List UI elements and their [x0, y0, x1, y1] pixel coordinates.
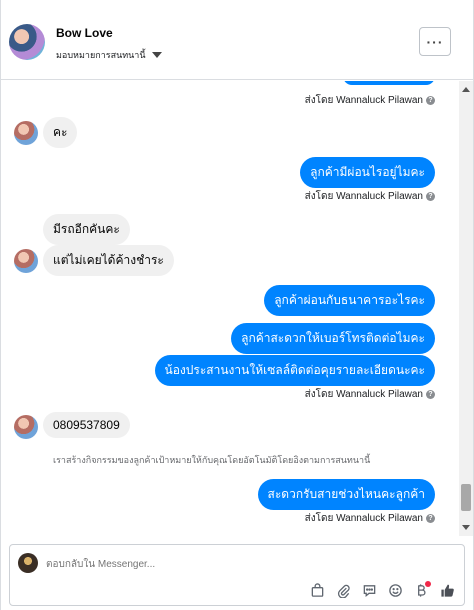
conversation-header: Bow Love มอบหมายการสนทนานี้ ··· — [1, 0, 473, 80]
assign-conversation-dropdown[interactable]: มอบหมายการสนทนานี้ — [56, 48, 162, 62]
more-options-button[interactable]: ··· — [419, 27, 451, 56]
payment-icon[interactable] — [413, 581, 431, 599]
message-bubble-outgoing: ลูกค้ามีผ่อนไรอยู่ไมคะ — [300, 157, 435, 188]
scroll-down-arrow-icon[interactable] — [462, 525, 470, 530]
message-bubble-incoming: คะ — [43, 117, 78, 148]
message-bubble-incoming: มีรถอีกคันคะ — [43, 214, 130, 245]
contact-avatar-small — [14, 121, 38, 145]
info-icon[interactable]: ? — [426, 96, 435, 105]
message-bubble-incoming: 0809537809 — [43, 412, 130, 438]
gift-bag-icon[interactable] — [309, 582, 326, 599]
sent-by-label: ส่งโดย Wannaluck Pilawan ? — [305, 93, 435, 108]
reply-composer — [9, 544, 465, 606]
message-thread: ส่งโดย Wannaluck Pilawan ? คะ ลูกค้ามีผ่… — [1, 81, 459, 536]
scroll-up-arrow-icon[interactable] — [462, 87, 470, 92]
message-bubble-outgoing: สะดวกรับสายช่วงไหนคะลูกค้า — [257, 479, 435, 510]
sent-by-label: ส่งโดย Wannaluck Pilawan ? — [305, 387, 435, 402]
sent-by-label: ส่งโดย Wannaluck Pilawan ? — [305, 511, 435, 526]
composer-toolbar — [309, 581, 456, 599]
message-bubble-outgoing: ลูกค้าสะดวกให้เบอร์โทรติดต่อไมคะ — [231, 323, 435, 354]
reply-input[interactable] — [46, 555, 346, 573]
paperclip-icon[interactable] — [335, 582, 352, 599]
notification-dot — [425, 581, 431, 587]
contact-avatar-small — [14, 415, 38, 439]
saved-replies-icon[interactable] — [361, 582, 378, 599]
page-avatar — [18, 553, 38, 573]
like-icon[interactable] — [439, 582, 456, 599]
message-bubble-outgoing: น้องประสานงานให้เซลล์ติดต่อคุยรายละเอียด… — [154, 355, 435, 386]
sent-by-label: ส่งโดย Wannaluck Pilawan ? — [305, 189, 435, 204]
contact-avatar-small — [14, 249, 38, 273]
info-icon[interactable]: ? — [426, 514, 435, 523]
message-bubble-outgoing-clipped — [343, 81, 435, 85]
info-icon[interactable]: ? — [426, 390, 435, 399]
message-bubble-outgoing: ลูกค้าผ่อนกับธนาคารอะไรคะ — [264, 285, 435, 316]
scroll-thumb[interactable] — [461, 484, 471, 511]
emoji-icon[interactable] — [387, 582, 404, 599]
contact-name[interactable]: Bow Love — [56, 26, 113, 40]
info-icon[interactable]: ? — [426, 192, 435, 201]
system-notice: เราสร้างกิจกรรมของลูกค้าเป้าหมายให้กับคุ… — [53, 455, 371, 465]
inbox-conversation-panel: Bow Love มอบหมายการสนทนานี้ ··· ส่งโดย W… — [0, 0, 474, 610]
caret-down-icon — [151, 52, 162, 58]
contact-avatar[interactable] — [9, 24, 45, 60]
thread-scrollbar[interactable] — [459, 81, 473, 536]
assign-label: มอบหมายการสนทนานี้ — [56, 50, 146, 60]
message-bubble-incoming: แต่ไม่เคยได้ค้างชำระ — [43, 245, 174, 276]
